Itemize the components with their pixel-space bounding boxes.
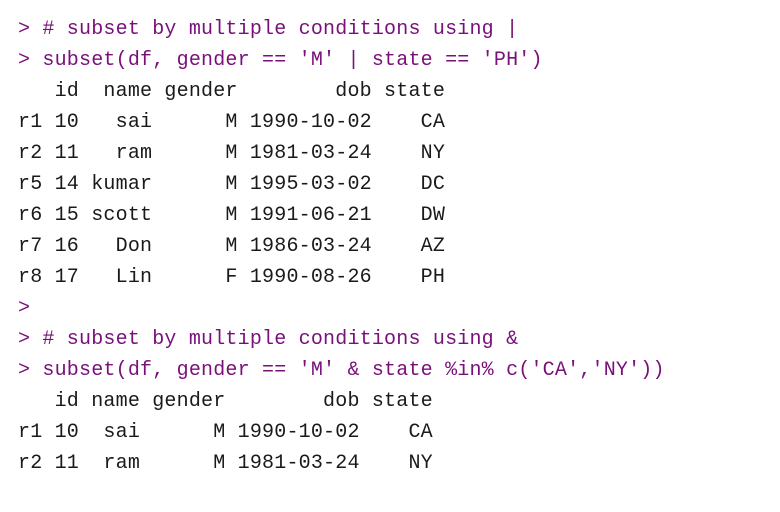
console-code-line: >: [18, 293, 762, 324]
console-output-line: r1 10 sai M 1990-10-02 CA: [18, 107, 762, 138]
console-output-line: r5 14 kumar M 1995-03-02 DC: [18, 169, 762, 200]
console-code-line: > subset(df, gender == 'M' | state == 'P…: [18, 45, 762, 76]
console-output-line: r2 11 ram M 1981-03-24 NY: [18, 448, 762, 479]
console-output-line: r1 10 sai M 1990-10-02 CA: [18, 417, 762, 448]
console-output-line: r7 16 Don M 1986-03-24 AZ: [18, 231, 762, 262]
console-output-line: r8 17 Lin F 1990-08-26 PH: [18, 262, 762, 293]
console-output-line: r6 15 scott M 1991-06-21 DW: [18, 200, 762, 231]
console-code-line: > subset(df, gender == 'M' & state %in% …: [18, 355, 762, 386]
console-output-line: id name gender dob state: [18, 386, 762, 417]
r-console-output: > # subset by multiple conditions using …: [18, 14, 762, 479]
console-output-line: id name gender dob state: [18, 76, 762, 107]
console-output-line: r2 11 ram M 1981-03-24 NY: [18, 138, 762, 169]
console-code-line: > # subset by multiple conditions using …: [18, 14, 762, 45]
console-code-line: > # subset by multiple conditions using …: [18, 324, 762, 355]
